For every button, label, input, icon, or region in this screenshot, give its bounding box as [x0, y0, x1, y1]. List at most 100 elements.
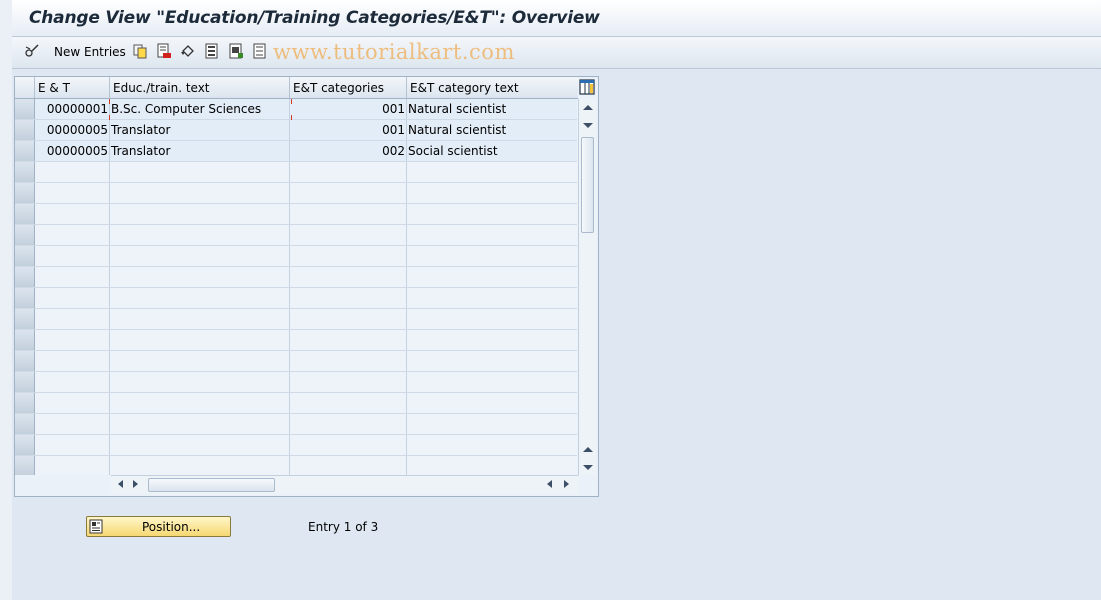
empty-cell[interactable] — [290, 414, 407, 434]
empty-table-row[interactable] — [15, 162, 577, 183]
scroll-down-arrow-icon[interactable] — [583, 123, 593, 128]
empty-cell[interactable] — [290, 225, 407, 245]
row-selector[interactable] — [15, 456, 35, 475]
empty-cell[interactable] — [35, 225, 110, 245]
cell-et[interactable]: 00000001 — [35, 99, 110, 119]
empty-cell[interactable] — [35, 309, 110, 329]
row-selector[interactable] — [15, 393, 35, 413]
empty-table-row[interactable] — [15, 246, 577, 267]
copy-icon[interactable] — [132, 43, 148, 59]
cell-category[interactable]: 001 — [290, 120, 407, 140]
empty-table-row[interactable] — [15, 456, 577, 475]
empty-cell[interactable] — [35, 414, 110, 434]
empty-cell[interactable] — [407, 372, 577, 392]
empty-cell[interactable] — [110, 456, 290, 475]
empty-cell[interactable] — [407, 183, 577, 203]
empty-cell[interactable] — [110, 351, 290, 371]
table-row[interactable]: 00000005 Translator 002 Social scientist — [15, 141, 577, 162]
empty-cell[interactable] — [35, 393, 110, 413]
new-entries-button[interactable]: New Entries — [54, 45, 126, 59]
edit-glasses-icon[interactable] — [24, 43, 40, 59]
horizontal-scrollbar[interactable] — [111, 475, 578, 494]
empty-table-row[interactable] — [15, 393, 577, 414]
empty-cell[interactable] — [110, 267, 290, 287]
empty-cell[interactable] — [290, 309, 407, 329]
empty-cell[interactable] — [407, 288, 577, 308]
row-selector[interactable] — [15, 351, 35, 371]
undo-icon[interactable] — [180, 43, 196, 59]
empty-cell[interactable] — [290, 162, 407, 182]
row-selector[interactable] — [15, 372, 35, 392]
empty-table-row[interactable] — [15, 330, 577, 351]
empty-cell[interactable] — [290, 204, 407, 224]
empty-cell[interactable] — [35, 330, 110, 350]
scroll-page-up-arrow-icon[interactable] — [583, 447, 593, 452]
cell-educ-text[interactable]: B.Sc. Computer Sciences — [110, 99, 290, 119]
horizontal-scroll-thumb[interactable] — [148, 478, 275, 492]
column-header-et-category-text[interactable]: E&T category text — [407, 77, 578, 98]
empty-cell[interactable] — [407, 414, 577, 434]
empty-table-row[interactable] — [15, 372, 577, 393]
row-selector[interactable] — [15, 435, 35, 455]
empty-cell[interactable] — [290, 267, 407, 287]
empty-cell[interactable] — [110, 246, 290, 266]
vertical-scroll-thumb[interactable] — [581, 137, 594, 233]
row-selector[interactable] — [15, 288, 35, 308]
column-header-et-categories[interactable]: E&T categories — [290, 77, 407, 98]
empty-cell[interactable] — [110, 414, 290, 434]
cell-category[interactable]: 002 — [290, 141, 407, 161]
empty-cell[interactable] — [110, 288, 290, 308]
scroll-page-left-arrow-icon[interactable] — [547, 480, 552, 488]
cell-et[interactable]: 00000005 — [35, 120, 110, 140]
row-selector[interactable] — [15, 141, 35, 161]
empty-cell[interactable] — [290, 372, 407, 392]
empty-cell[interactable] — [290, 183, 407, 203]
empty-cell[interactable] — [110, 162, 290, 182]
row-selector[interactable] — [15, 99, 35, 119]
empty-cell[interactable] — [407, 351, 577, 371]
empty-cell[interactable] — [290, 288, 407, 308]
scroll-page-down-arrow-icon[interactable] — [583, 465, 593, 470]
empty-table-row[interactable] — [15, 267, 577, 288]
select-all-icon[interactable] — [204, 43, 220, 59]
empty-cell[interactable] — [407, 204, 577, 224]
empty-cell[interactable] — [35, 372, 110, 392]
column-header-educ-text[interactable]: Educ./train. text — [110, 77, 290, 98]
position-button[interactable]: Position... — [86, 516, 231, 537]
empty-cell[interactable] — [407, 267, 577, 287]
empty-cell[interactable] — [290, 393, 407, 413]
empty-cell[interactable] — [110, 225, 290, 245]
empty-cell[interactable] — [407, 435, 577, 455]
row-selector[interactable] — [15, 120, 35, 140]
row-selector[interactable] — [15, 204, 35, 224]
empty-cell[interactable] — [35, 204, 110, 224]
row-selector[interactable] — [15, 267, 35, 287]
deselect-all-icon[interactable] — [252, 43, 268, 59]
empty-cell[interactable] — [110, 435, 290, 455]
row-selector[interactable] — [15, 225, 35, 245]
empty-cell[interactable] — [35, 183, 110, 203]
header-select-all[interactable] — [15, 77, 35, 98]
select-block-icon[interactable] — [228, 43, 244, 59]
row-selector[interactable] — [15, 246, 35, 266]
cell-et[interactable]: 00000005 — [35, 141, 110, 161]
table-row[interactable]: 00000005 Translator 001 Natural scientis… — [15, 120, 577, 141]
empty-cell[interactable] — [407, 225, 577, 245]
scroll-page-right-arrow-icon[interactable] — [564, 480, 569, 488]
empty-cell[interactable] — [110, 372, 290, 392]
cell-educ-text[interactable]: Translator — [110, 120, 290, 140]
empty-cell[interactable] — [35, 288, 110, 308]
empty-cell[interactable] — [290, 246, 407, 266]
empty-cell[interactable] — [407, 456, 577, 475]
delete-icon[interactable] — [156, 43, 172, 59]
empty-table-row[interactable] — [15, 435, 577, 456]
column-header-et[interactable]: E & T — [35, 77, 110, 98]
empty-cell[interactable] — [35, 246, 110, 266]
vertical-scrollbar[interactable] — [578, 99, 596, 475]
empty-cell[interactable] — [110, 393, 290, 413]
scroll-up-arrow-icon[interactable] — [583, 105, 593, 110]
empty-cell[interactable] — [407, 246, 577, 266]
empty-cell[interactable] — [290, 435, 407, 455]
empty-cell[interactable] — [35, 162, 110, 182]
empty-table-row[interactable] — [15, 225, 577, 246]
